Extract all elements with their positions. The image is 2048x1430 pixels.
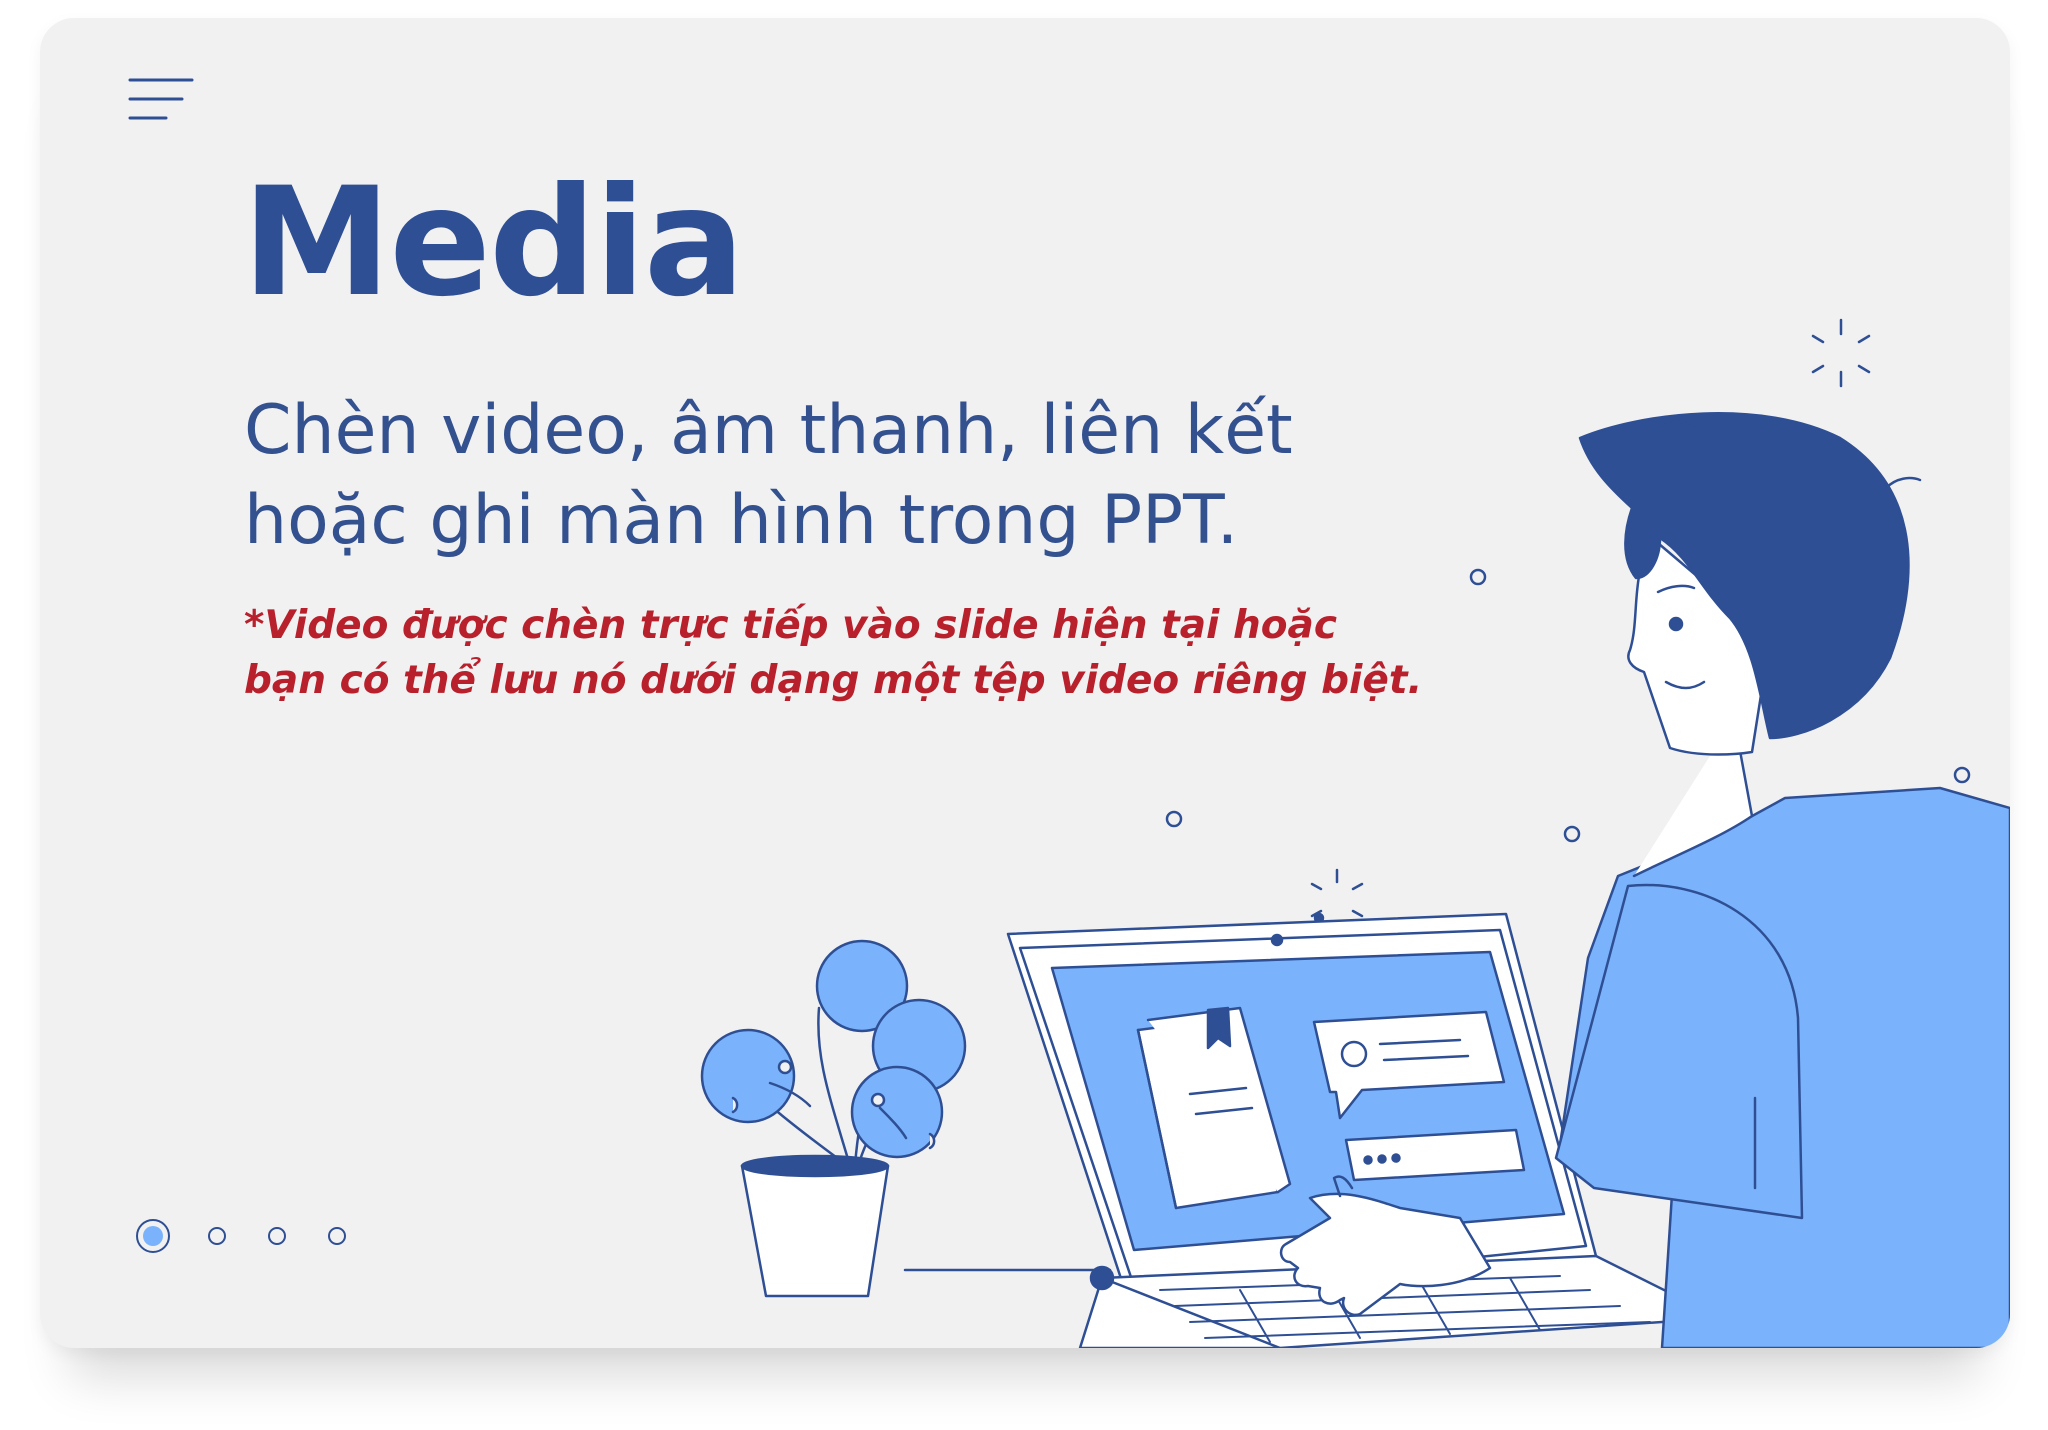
person-icon [1279,412,2010,1348]
plant-icon [700,939,967,1298]
illustration [700,318,2010,1348]
sparkle-icon [1310,868,1364,918]
slide-card: Media Chèn video, âm thanh, liên kết hoặ… [40,18,2010,1348]
sparkle-icon [1811,318,1871,388]
page: Media Chèn video, âm thanh, liên kết hoặ… [0,0,2048,1430]
password-field-icon [1344,1128,1526,1182]
